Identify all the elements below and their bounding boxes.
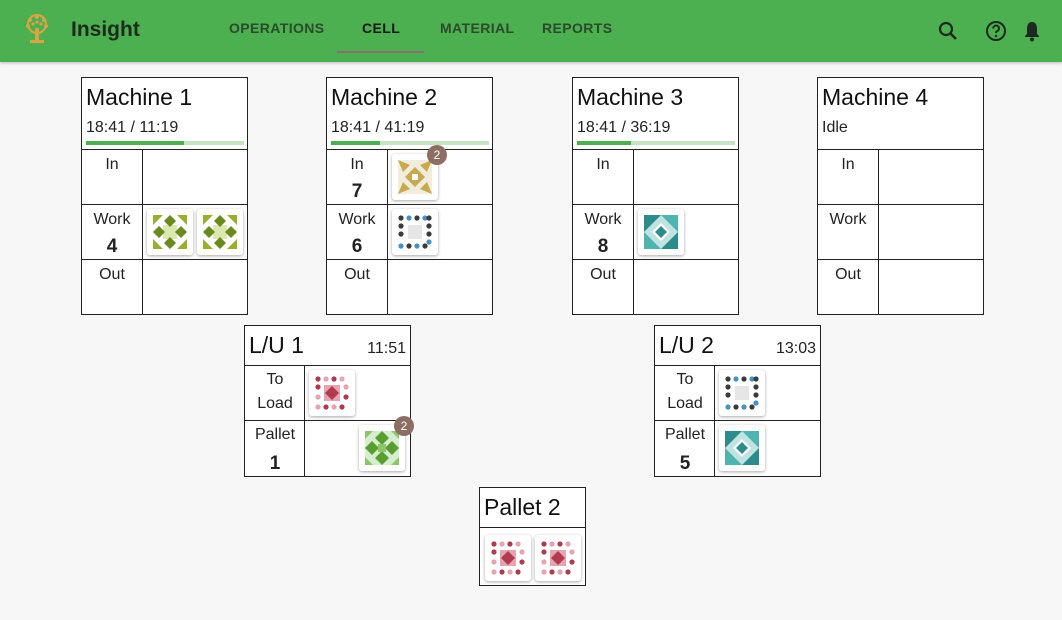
load-station-card: L/U 1 11:51 To Load Pallet 1 2 <box>244 325 414 477</box>
tab-operations[interactable]: OPERATIONS <box>229 20 325 36</box>
pallet-label: Pallet <box>664 426 706 443</box>
search-icon[interactable] <box>936 19 960 43</box>
machine-title: Machine 3 <box>577 84 684 110</box>
machine-title: Machine 1 <box>86 84 193 110</box>
material-tile[interactable] <box>392 209 438 255</box>
work-label: Work <box>93 211 131 228</box>
material-tile[interactable] <box>485 535 531 581</box>
material-tile[interactable] <box>197 209 243 255</box>
load-station-time: 11:51 <box>367 340 406 357</box>
material-tile[interactable] <box>719 370 765 416</box>
app-title: Insight <box>71 18 140 41</box>
material-tile[interactable] <box>309 370 355 416</box>
out-label: Out <box>835 266 861 283</box>
active-tab-indicator <box>337 51 424 53</box>
material-tile[interactable] <box>147 209 193 255</box>
tree-logo-icon <box>26 14 48 43</box>
out-label: Out <box>590 266 616 283</box>
in-label: In <box>841 156 855 173</box>
machine-card: Machine 2 18:41 / 41:19 In 7 Work 6 Out … <box>326 77 493 315</box>
in-label: In <box>350 156 364 173</box>
material-tile[interactable] <box>719 425 765 471</box>
machine-progress-bar <box>86 141 244 145</box>
machine-card: Machine 4 Idle In Work Out <box>817 77 984 315</box>
to-load-label: To <box>266 371 284 388</box>
quantity-badge: 2 <box>427 145 447 165</box>
pallet-card: Pallet 2 <box>479 487 586 586</box>
machine-status: 18:41 / 11:19 <box>86 119 179 136</box>
quantity-badge: 2 <box>394 416 414 436</box>
machine-status: 18:41 / 41:19 <box>331 119 425 136</box>
tab-reports[interactable]: REPORTS <box>542 20 612 36</box>
tab-cell[interactable]: CELL <box>362 20 400 36</box>
machine-progress-bar <box>331 141 489 145</box>
in-count: 7 <box>351 181 363 202</box>
to-load-label: Load <box>667 395 703 412</box>
help-icon[interactable] <box>984 19 1008 43</box>
load-station-card: L/U 2 13:03 To Load Pallet 5 <box>654 325 821 477</box>
pallet-label: Pallet <box>254 426 296 443</box>
app-bar: Insight OPERATIONS CELL MATERIAL REPORTS <box>0 0 1062 62</box>
machine-card: Machine 1 18:41 / 11:19 In Work 4 Out <box>81 77 248 315</box>
in-label: In <box>105 156 119 173</box>
work-label: Work <box>829 211 867 228</box>
machine-title: Machine 4 <box>822 84 929 110</box>
out-label: Out <box>344 266 370 283</box>
load-station-time: 13:03 <box>775 340 816 357</box>
bell-icon[interactable] <box>1020 19 1044 43</box>
tab-material[interactable]: MATERIAL <box>440 20 515 36</box>
to-load-label: To <box>676 371 694 388</box>
load-station-title: L/U 2 <box>659 332 714 358</box>
material-tile[interactable] <box>638 209 684 255</box>
load-station-title: L/U 1 <box>249 332 304 358</box>
work-label: Work <box>584 211 622 228</box>
machine-status: 18:41 / 36:19 <box>577 119 671 136</box>
material-tile[interactable] <box>535 535 581 581</box>
machine-status: Idle <box>822 119 848 136</box>
machine-title: Machine 2 <box>331 84 438 110</box>
pallet-title: Pallet 2 <box>484 494 561 520</box>
pallet-count: 1 <box>269 453 281 474</box>
to-load-label: Load <box>257 395 293 412</box>
work-count: 8 <box>597 236 609 257</box>
in-label: In <box>596 156 610 173</box>
out-label: Out <box>99 266 125 283</box>
work-count: 6 <box>351 236 363 257</box>
work-count: 4 <box>106 236 118 257</box>
machine-card: Machine 3 18:41 / 36:19 In Work 8 Out <box>572 77 739 315</box>
pallet-count: 5 <box>679 453 691 474</box>
machine-progress-bar <box>577 141 735 145</box>
work-label: Work <box>338 211 376 228</box>
